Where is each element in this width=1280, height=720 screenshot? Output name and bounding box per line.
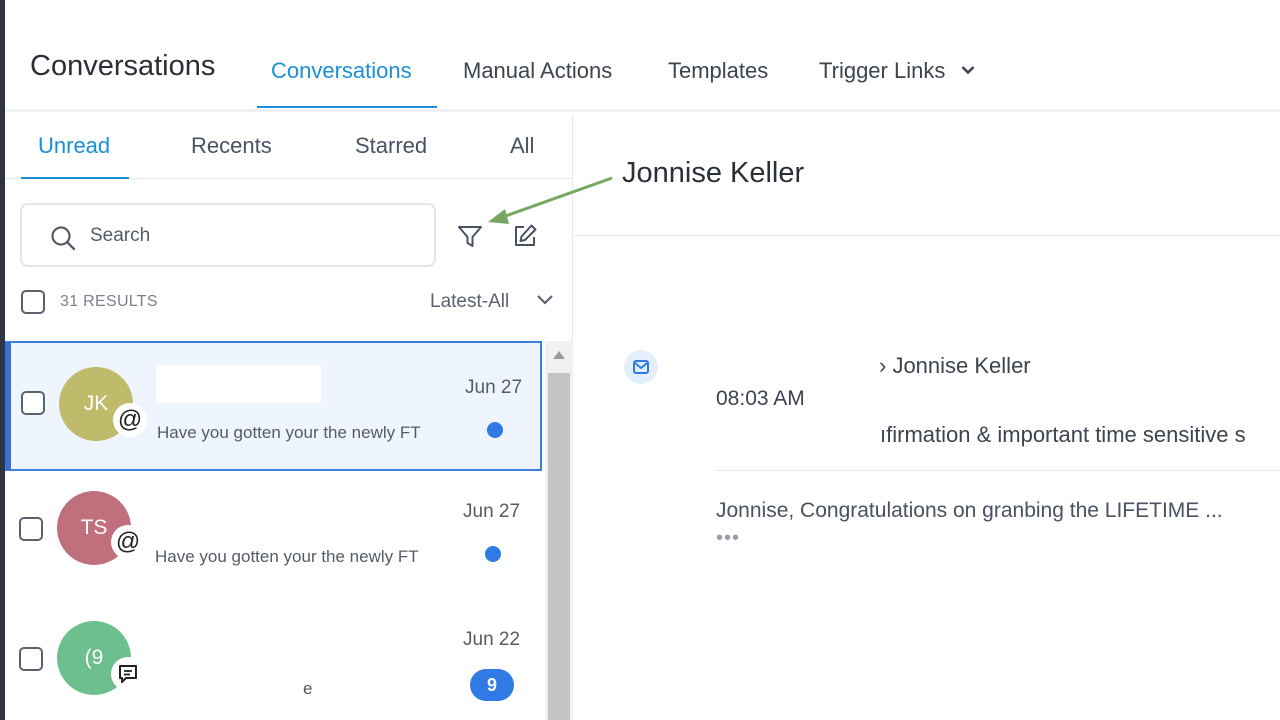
results-count: 31 RESULTS <box>60 293 158 310</box>
tab-templates[interactable]: Templates <box>668 58 768 84</box>
row-checkbox[interactable] <box>21 391 45 415</box>
divider <box>574 235 1280 236</box>
compose-button[interactable] <box>507 218 543 254</box>
unread-indicator <box>487 422 503 438</box>
conversation-list: JK @ Have you gotten your the newly FT J… <box>5 341 545 720</box>
unread-indicator <box>485 546 501 562</box>
conversation-date: Jun 27 <box>463 501 521 522</box>
conversation-detail-panel: Jonnise Keller › Jonnise Keller 08:03 AM… <box>574 115 1280 720</box>
app-window: Conversations Conversations Manual Actio… <box>0 0 1280 720</box>
active-tab-indicator <box>257 106 437 108</box>
sort-dropdown[interactable]: Latest-All <box>430 291 509 313</box>
message-preview: Have you gotten your the newly FT <box>157 423 421 442</box>
list-item[interactable]: (9 e Jun 22 9 <box>5 599 542 720</box>
divider <box>716 470 1280 471</box>
message-recipient: › Jonnise Keller <box>879 353 1031 378</box>
tab-manual-actions[interactable]: Manual Actions <box>463 58 612 84</box>
active-filter-indicator <box>21 177 129 179</box>
row-checkbox[interactable] <box>19 517 43 541</box>
email-icon <box>624 350 658 384</box>
filter-tabs: Unread Recents Starred All <box>5 115 573 179</box>
message-preview: Have you gotten your the newly FT <box>155 547 419 566</box>
edit-icon <box>515 224 537 246</box>
results-row: 31 RESULTS Latest-All <box>5 281 573 321</box>
search-input[interactable] <box>90 223 390 249</box>
tab-conversations[interactable]: Conversations <box>271 58 412 84</box>
chevron-down-icon[interactable] <box>535 293 555 307</box>
at-sign-icon: @ <box>111 525 145 559</box>
chat-bubble-icon <box>111 657 145 691</box>
conversation-date: Jun 22 <box>463 629 521 650</box>
filter-icon <box>458 226 482 247</box>
top-header: Conversations Conversations Manual Actio… <box>5 0 1280 112</box>
tab-trigger-links[interactable]: Trigger Links <box>819 58 975 84</box>
at-sign-icon: @ <box>113 403 147 437</box>
contact-name: Jonnise Keller <box>622 157 805 189</box>
message-subject: ıfirmation & important time sensitive s <box>880 422 1246 447</box>
conversation-list-panel: Unread Recents Starred All Search 31 RES… <box>5 115 573 720</box>
conversation-date: Jun 27 <box>465 377 523 398</box>
tab-starred[interactable]: Starred <box>355 133 427 159</box>
tab-unread[interactable]: Unread <box>38 133 110 159</box>
message-body: Jonnise, Congratulations on granbing the… <box>716 499 1223 522</box>
message-time: 08:03 AM <box>716 387 805 410</box>
search-box <box>20 203 436 267</box>
tab-recents[interactable]: Recents <box>191 133 272 159</box>
more-options-icon[interactable]: ••• <box>716 527 740 550</box>
scroll-thumb[interactable] <box>548 373 570 720</box>
tab-all[interactable]: All <box>510 133 534 159</box>
tab-trigger-links-label: Trigger Links <box>819 58 946 83</box>
row-checkbox[interactable] <box>19 647 43 671</box>
redacted-name <box>156 365 321 403</box>
list-scrollbar[interactable] <box>545 341 573 720</box>
unread-count-badge: 9 <box>470 669 514 701</box>
message-preview: e <box>303 679 313 698</box>
chevron-down-icon <box>961 62 975 80</box>
list-item[interactable]: TS @ Have you gotten your the newly FT J… <box>5 471 542 601</box>
filter-button[interactable] <box>452 218 488 254</box>
select-all-checkbox[interactable] <box>21 290 45 314</box>
search-icon <box>51 226 76 251</box>
list-item[interactable]: JK @ Have you gotten your the newly FT J… <box>5 341 542 471</box>
page-title: Conversations <box>30 50 216 82</box>
scroll-up-arrow[interactable] <box>553 351 565 359</box>
